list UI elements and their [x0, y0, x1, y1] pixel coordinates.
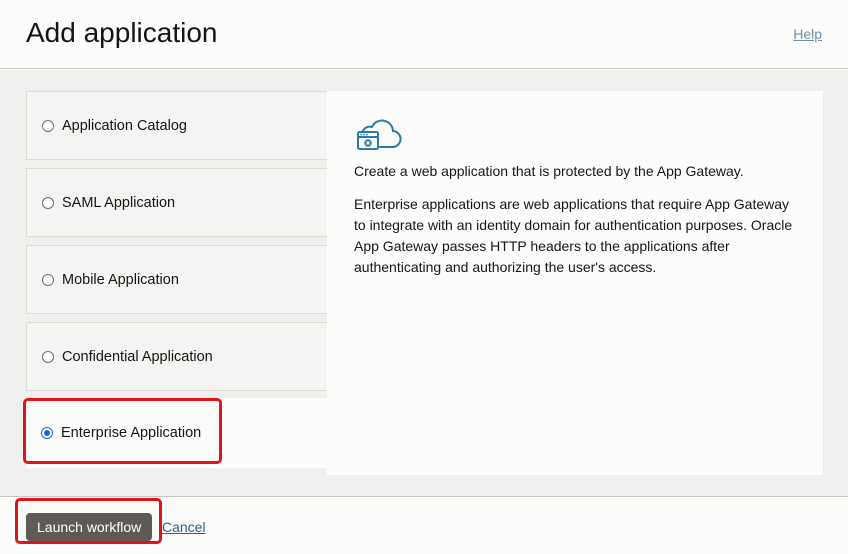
detail-panel: Create a web application that is protect… [327, 91, 823, 475]
option-saml-application[interactable]: SAML Application [26, 168, 327, 237]
cancel-link[interactable]: Cancel [162, 519, 206, 535]
detail-description: Enterprise applications are web applicat… [354, 196, 793, 275]
page-footer: Launch workflow Cancel [0, 496, 848, 554]
launch-workflow-button[interactable]: Launch workflow [26, 513, 153, 541]
option-confidential-application[interactable]: Confidential Application [26, 322, 327, 391]
radio-enterprise-application[interactable] [41, 427, 53, 439]
option-application-catalog[interactable]: Application Catalog [26, 91, 327, 160]
option-label: SAML Application [62, 194, 176, 211]
option-label: Confidential Application [62, 348, 213, 365]
radio-mobile-application[interactable] [42, 273, 54, 286]
option-mobile-application[interactable]: Mobile Application [26, 245, 327, 314]
page-title: Add application [26, 17, 218, 48]
radio-confidential-application[interactable] [42, 350, 54, 363]
radio-application-catalog[interactable] [42, 119, 54, 132]
help-link[interactable]: Help [793, 26, 822, 42]
page-header: Add application Help [0, 0, 848, 69]
option-enterprise-application[interactable]: Enterprise Application [26, 398, 327, 468]
option-label: Enterprise Application [61, 425, 202, 441]
option-label: Mobile Application [62, 271, 179, 288]
option-label: Application Catalog [62, 117, 187, 134]
cloud-app-gateway-icon [357, 119, 402, 150]
radio-saml-application[interactable] [42, 196, 54, 209]
detail-summary: Create a web application that is protect… [354, 163, 744, 179]
